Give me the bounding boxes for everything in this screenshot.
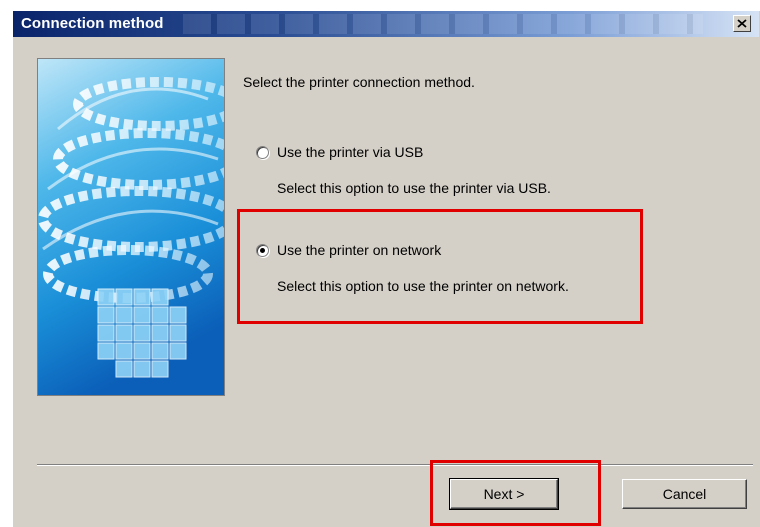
- network-option-label[interactable]: Use the printer on network: [277, 242, 441, 258]
- title-bar[interactable]: Connection method: [13, 11, 759, 37]
- instruction-heading: Select the printer connection method.: [243, 74, 475, 90]
- radio-checked-icon[interactable]: [256, 243, 269, 257]
- printer-setup-illustration: [37, 58, 225, 396]
- usb-option-radio[interactable]: Use the printer via USB: [256, 144, 423, 160]
- cancel-button[interactable]: Cancel: [622, 479, 747, 509]
- next-button[interactable]: Next >: [449, 478, 559, 510]
- network-option-description: Select this option to use the printer on…: [277, 278, 569, 294]
- title-bar-decoration: [183, 14, 703, 34]
- network-option-highlight: [237, 209, 643, 324]
- footer-separator: [37, 464, 753, 466]
- close-button[interactable]: [733, 15, 751, 32]
- window-title: Connection method: [21, 15, 164, 32]
- usb-option-label[interactable]: Use the printer via USB: [277, 144, 423, 160]
- connection-method-dialog: Connection method Select the printer con…: [12, 10, 760, 527]
- radio-unchecked-icon[interactable]: [256, 145, 269, 159]
- usb-option-description: Select this option to use the printer vi…: [277, 180, 551, 196]
- network-option-radio[interactable]: Use the printer on network: [256, 242, 441, 258]
- close-icon: [737, 19, 747, 28]
